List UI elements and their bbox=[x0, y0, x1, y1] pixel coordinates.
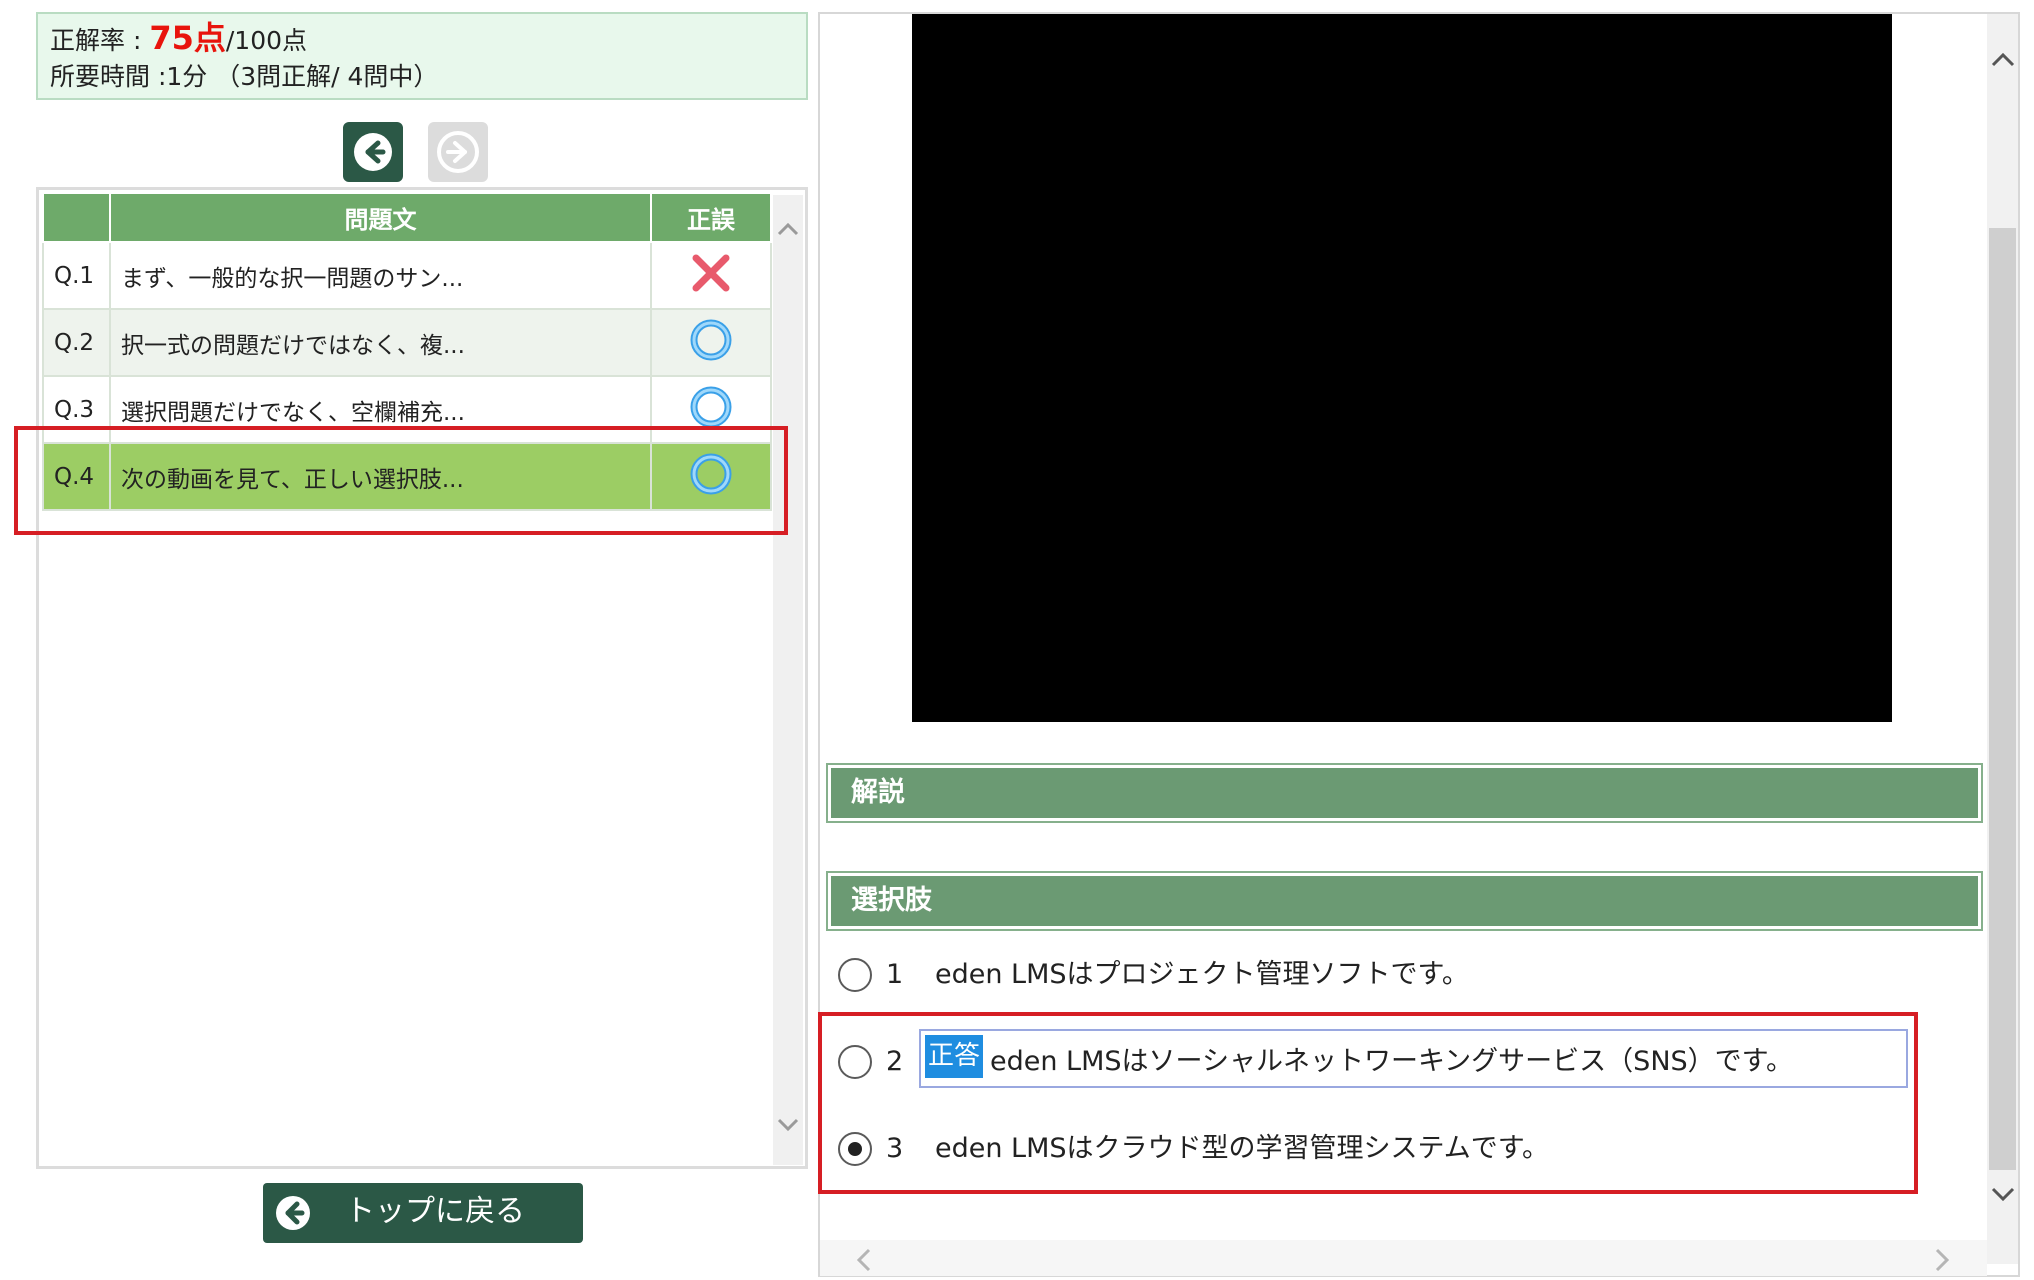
chevron-down-icon[interactable] bbox=[777, 1117, 799, 1133]
highlight-box-choices bbox=[818, 1012, 1918, 1194]
question-number: Q.1 bbox=[42, 241, 111, 310]
correct-mark bbox=[650, 308, 772, 377]
chevron-down-icon[interactable] bbox=[1991, 1186, 2015, 1202]
choice-option[interactable]: 1 eden LMSはプロジェクト管理ソフトです。 bbox=[838, 950, 1938, 1000]
score-value: 75点 bbox=[149, 19, 226, 57]
score-label: 正解率 : bbox=[50, 26, 150, 55]
radio-button[interactable] bbox=[838, 958, 872, 992]
question-text: 択一式の問題だけではなく、複... bbox=[109, 308, 652, 377]
video-player[interactable] bbox=[912, 14, 1892, 722]
highlight-box-selected-question bbox=[14, 426, 788, 535]
back-to-top-label: トップに戻る bbox=[345, 1194, 525, 1229]
circle-icon bbox=[690, 319, 732, 360]
choices-header: 選択肢 bbox=[826, 871, 1983, 931]
table-row[interactable]: Q.1 まず、一般的な択一問題のサン... bbox=[42, 241, 772, 310]
column-header-question: 問題文 bbox=[109, 192, 652, 243]
explanation-header: 解説 bbox=[826, 763, 1983, 823]
chevron-right-icon[interactable] bbox=[1934, 1248, 1950, 1272]
arrow-right-icon bbox=[437, 131, 479, 173]
cross-icon bbox=[692, 254, 730, 291]
score-line: 正解率 : 75点/100点 bbox=[50, 20, 794, 59]
previous-button[interactable] bbox=[343, 122, 403, 182]
choice-number: 1 bbox=[886, 959, 904, 990]
chevron-up-icon[interactable] bbox=[1991, 52, 2015, 68]
question-number: Q.2 bbox=[42, 308, 111, 377]
circle-icon bbox=[690, 386, 732, 427]
chevron-left-icon[interactable] bbox=[856, 1248, 872, 1272]
table-header: 問題文 正誤 bbox=[42, 192, 772, 243]
choice-text: eden LMSはプロジェクト管理ソフトです。 bbox=[935, 959, 1469, 990]
arrow-left-icon bbox=[276, 1196, 310, 1230]
back-to-top-button[interactable]: トップに戻る bbox=[263, 1183, 583, 1243]
score-max: /100点 bbox=[225, 26, 308, 55]
next-button[interactable] bbox=[428, 122, 488, 182]
detail-horizontal-scrollbar[interactable] bbox=[820, 1240, 1987, 1276]
question-text: まず、一般的な択一問題のサン... bbox=[109, 241, 652, 310]
column-header-number bbox=[42, 192, 111, 243]
table-row[interactable]: Q.2 択一式の問題だけではなく、複... bbox=[42, 308, 772, 377]
incorrect-mark bbox=[650, 241, 772, 310]
chevron-up-icon[interactable] bbox=[777, 221, 799, 237]
arrow-left-icon bbox=[354, 133, 392, 171]
score-summary: 正解率 : 75点/100点 所要時間 :1分 （3問正解/ 4問中） bbox=[36, 12, 808, 100]
column-header-result: 正誤 bbox=[650, 192, 772, 243]
question-list-scrollbar[interactable] bbox=[773, 195, 803, 1165]
scrollbar-thumb[interactable] bbox=[1989, 228, 2016, 1170]
time-line: 所要時間 :1分 （3問正解/ 4問中） bbox=[50, 62, 439, 91]
